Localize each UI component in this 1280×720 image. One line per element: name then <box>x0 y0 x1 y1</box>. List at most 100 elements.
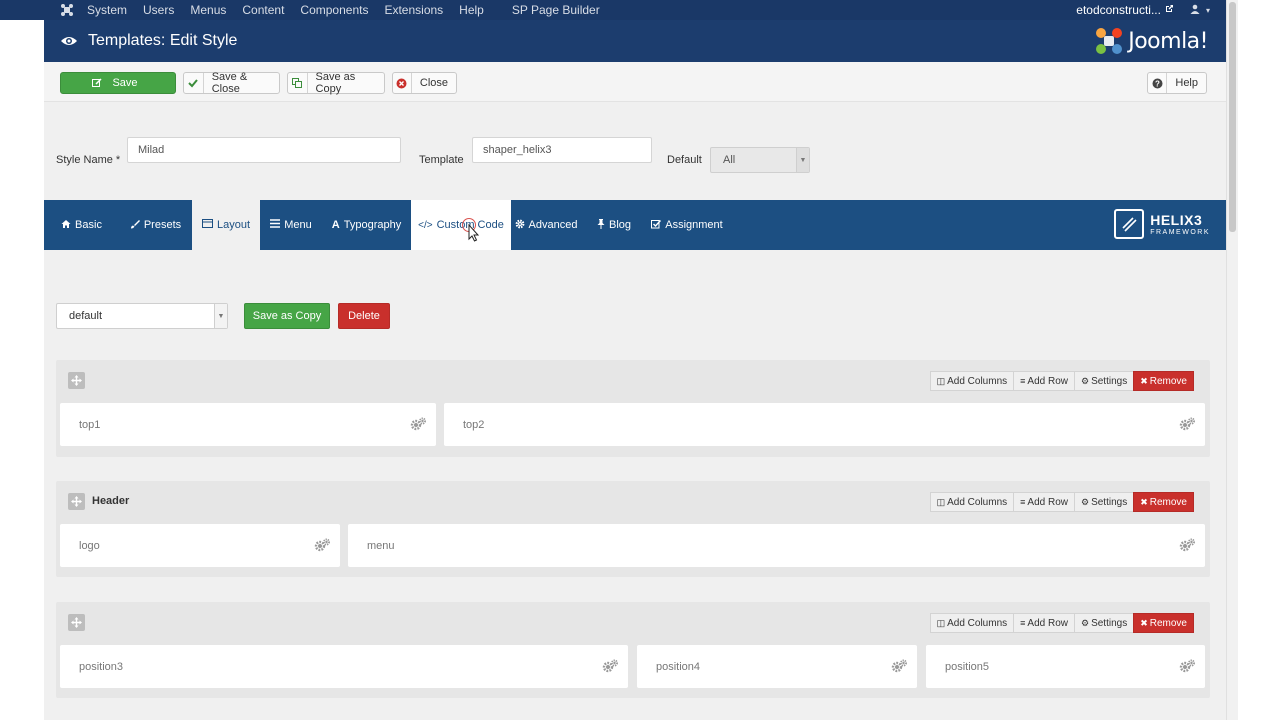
tab-typography-label: Typography <box>343 219 402 231</box>
add-row-button[interactable]: ≡ Add Row <box>1013 492 1075 512</box>
add-columns-button[interactable]: ◫ Add Columns <box>929 371 1015 391</box>
vertical-scrollbar[interactable] <box>1226 0 1238 720</box>
column-label: top2 <box>463 418 485 431</box>
pin-icon <box>597 218 605 232</box>
settings-label: Settings <box>1091 375 1128 387</box>
gears-icon[interactable] <box>891 659 907 673</box>
helix-sub: FRAMEWORK <box>1150 228 1210 236</box>
close-button[interactable]: Close <box>392 72 457 94</box>
add-columns-button[interactable]: ◫ Add Columns <box>929 613 1015 633</box>
external-link-icon[interactable] <box>1165 4 1174 16</box>
menu-sp-page-builder[interactable]: SP Page Builder <box>504 3 608 17</box>
joomla-brand-text: Joomla! <box>1128 28 1208 54</box>
remove-button[interactable]: ✖ Remove <box>1133 371 1194 391</box>
add-row-label: Add Row <box>1027 496 1068 508</box>
tab-typography[interactable]: A Typography <box>322 200 411 250</box>
user-icon[interactable] <box>1190 4 1200 17</box>
tab-basic-label: Basic <box>75 219 102 231</box>
gears-icon: ⚙ <box>1080 375 1090 386</box>
layout-column[interactable]: menu <box>348 524 1205 567</box>
layout-column[interactable]: top1 <box>60 403 436 446</box>
helix-name: HELIX3 <box>1150 211 1203 228</box>
move-icon[interactable] <box>68 493 85 510</box>
remove-button[interactable]: ✖ Remove <box>1133 492 1194 512</box>
default-label: Default <box>667 154 702 166</box>
menu-components[interactable]: Components <box>292 3 376 17</box>
caret-down-icon[interactable]: ▾ <box>1206 6 1210 15</box>
list-icon: ≡ <box>1020 376 1026 386</box>
menu-users[interactable]: Users <box>135 3 182 17</box>
code-icon: </> <box>418 219 433 231</box>
chevron-down-icon: ▼ <box>214 304 227 328</box>
menu-help[interactable]: Help <box>451 3 492 17</box>
gears-icon: ⚙ <box>1080 496 1090 507</box>
svg-text:?: ? <box>1155 79 1160 88</box>
menu-system[interactable]: System <box>79 3 135 17</box>
column-label: top1 <box>79 418 101 431</box>
menu-extensions[interactable]: Extensions <box>376 3 451 17</box>
tab-assignment[interactable]: Assignment <box>648 200 726 250</box>
default-select-value: All <box>723 154 736 166</box>
question-icon: ? <box>1148 73 1168 93</box>
page-title: Templates: Edit Style <box>88 32 238 49</box>
tab-blog[interactable]: Blog <box>592 200 636 250</box>
main-content: Save Save & Close Save as Copy Close ? H… <box>44 62 1226 720</box>
layout-save-copy-button[interactable]: Save as Copy <box>244 303 330 329</box>
tab-presets[interactable]: Presets <box>119 200 192 250</box>
layout-column[interactable]: position4 <box>637 645 917 688</box>
move-icon[interactable] <box>68 372 85 389</box>
add-columns-button[interactable]: ◫ Add Columns <box>929 492 1015 512</box>
layout-delete-button[interactable]: Delete <box>338 303 390 329</box>
gears-icon[interactable] <box>1179 538 1195 552</box>
tab-advanced[interactable]: Advanced <box>511 200 581 250</box>
close-icon: ✖ <box>1140 375 1148 386</box>
scrollbar-thumb[interactable] <box>1229 2 1236 232</box>
template-input[interactable]: shaper_helix3 <box>472 137 652 163</box>
list-icon <box>270 219 281 231</box>
columns-icon: ◫ <box>936 375 946 386</box>
menu-menus[interactable]: Menus <box>182 3 234 17</box>
gears-icon[interactable] <box>314 538 330 552</box>
layout-column[interactable]: position5 <box>926 645 1205 688</box>
save-label: Save <box>112 77 138 89</box>
settings-label: Settings <box>1091 496 1128 508</box>
menu-content[interactable]: Content <box>234 3 292 17</box>
page-header: Templates: Edit Style Joomla! <box>44 20 1226 62</box>
add-row-button[interactable]: ≡ Add Row <box>1013 613 1075 633</box>
tab-advanced-label: Advanced <box>528 219 578 231</box>
gears-icon[interactable] <box>410 417 426 431</box>
layout-column[interactable]: position3 <box>60 645 628 688</box>
settings-button[interactable]: ⚙ Settings <box>1073 613 1135 633</box>
row-tools: ◫ Add Columns ≡ Add Row ⚙ Settings ✖ Remove <box>929 371 1194 391</box>
helix-tabs: Basic Presets Layout Menu A Typography <… <box>44 200 1226 250</box>
save-close-button[interactable]: Save & Close <box>183 71 280 95</box>
gears-icon[interactable] <box>1179 659 1195 673</box>
move-icon[interactable] <box>68 614 85 631</box>
tab-custom-code[interactable]: </> Custom Code <box>411 200 511 250</box>
gears-icon[interactable] <box>1179 417 1195 431</box>
check-icon <box>184 73 204 93</box>
tab-layout[interactable]: Layout <box>192 200 260 250</box>
layout-select[interactable]: default ▼ <box>56 303 228 329</box>
tab-menu[interactable]: Menu <box>260 200 322 250</box>
add-columns-label: Add Columns <box>947 617 1008 629</box>
default-select[interactable]: All ▼ <box>710 147 810 173</box>
settings-button[interactable]: ⚙ Settings <box>1073 371 1135 391</box>
layout-column[interactable]: logo <box>60 524 340 567</box>
layout-column[interactable]: top2 <box>444 403 1205 446</box>
chevron-down-icon: ▼ <box>796 148 809 172</box>
site-name-link[interactable]: etodconstructi... <box>1076 3 1161 17</box>
style-name-label: Style Name * <box>56 154 121 166</box>
save-as-copy-label: Save as Copy <box>315 71 356 95</box>
layout-row-header: Header ◫ Add Columns ≡ Add Row ⚙ Settings ✖… <box>56 481 1210 577</box>
settings-button[interactable]: ⚙ Settings <box>1073 492 1135 512</box>
save-as-copy-button[interactable]: Save as Copy <box>287 71 385 95</box>
remove-button[interactable]: ✖ Remove <box>1133 613 1194 633</box>
save-button[interactable]: Save <box>60 72 176 94</box>
help-button[interactable]: ? Help <box>1147 72 1207 94</box>
style-name-input[interactable]: Milad <box>127 137 401 163</box>
add-row-button[interactable]: ≡ Add Row <box>1013 371 1075 391</box>
tab-basic[interactable]: Basic <box>44 200 119 250</box>
gears-icon[interactable] <box>602 659 618 673</box>
joomla-icon[interactable] <box>55 3 79 17</box>
